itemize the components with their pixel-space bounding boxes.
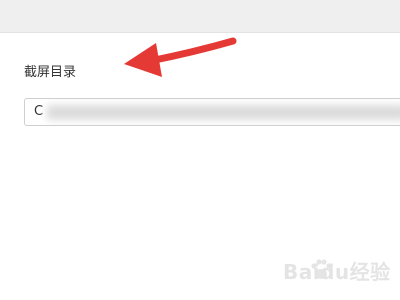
baidu-watermark: Baidu经验 [283,250,398,290]
watermark-text: Baidu经验 [283,260,391,284]
